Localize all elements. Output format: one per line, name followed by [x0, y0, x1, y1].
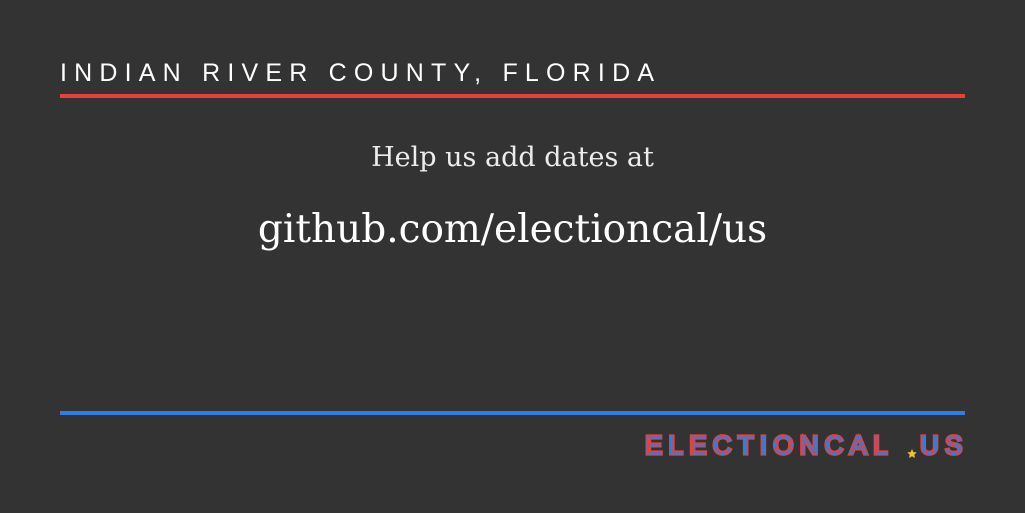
electioncal-logo: ELECTIONCAL ELECTIONCAL US US — [645, 430, 965, 460]
logo-text-blue-inline: ELECTIONCAL — [645, 430, 894, 460]
red-divider — [60, 94, 965, 98]
repo-url[interactable]: github.com/electioncal/us — [0, 204, 1025, 256]
logo-tld-blue-inline: US — [920, 430, 965, 460]
blue-divider — [60, 411, 965, 415]
county-title: INDIAN RIVER COUNTY, FLORIDA — [60, 59, 662, 87]
social-card: INDIAN RIVER COUNTY, FLORIDA Help us add… — [0, 0, 1025, 513]
help-text: Help us add dates at — [371, 142, 654, 173]
electioncal-logo-graphic: ELECTIONCAL ELECTIONCAL US US — [645, 430, 965, 460]
star-icon — [907, 449, 917, 458]
